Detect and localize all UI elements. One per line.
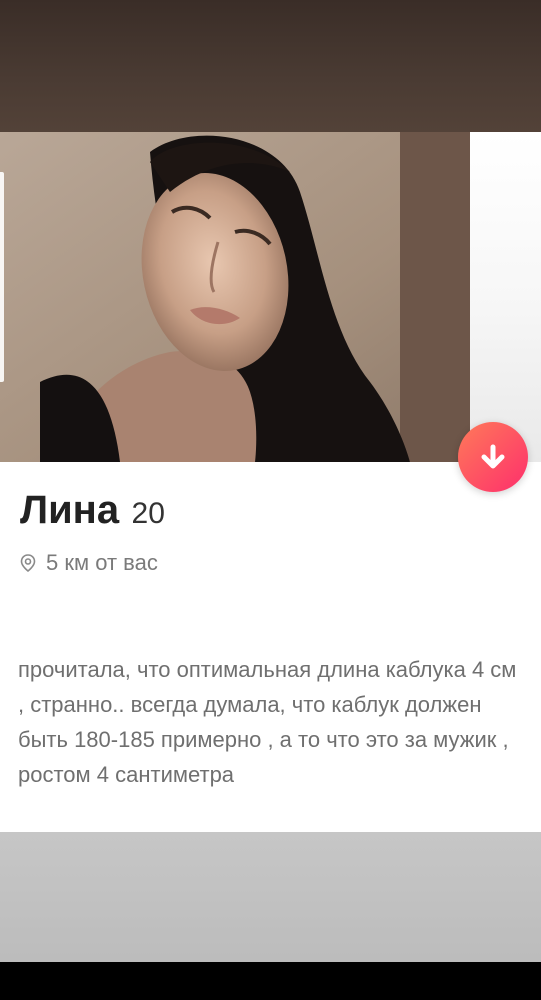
top-background	[0, 0, 541, 132]
profile-bio: прочитала, что оптимальная длина каблука…	[18, 657, 517, 787]
next-card-edge	[470, 132, 541, 462]
bottom-background	[0, 832, 541, 962]
distance-row: 5 км от вас	[20, 550, 158, 576]
location-pin-icon	[20, 554, 36, 572]
profile-photo[interactable]	[0, 132, 470, 462]
collapse-profile-button[interactable]	[458, 422, 528, 492]
profile-age: 20	[131, 497, 165, 530]
profile-card[interactable]: Лина 20 5 км от вас прочитала, что оптим…	[0, 132, 541, 832]
screen: Лина 20 5 км от вас прочитала, что оптим…	[0, 0, 541, 1000]
arrow-down-icon	[481, 444, 505, 469]
distance-text: 5 км от вас	[46, 550, 158, 575]
profile-name: Лина	[20, 488, 120, 532]
name-age-row: Лина 20	[20, 488, 165, 533]
photo-edge-indicator	[0, 172, 4, 382]
